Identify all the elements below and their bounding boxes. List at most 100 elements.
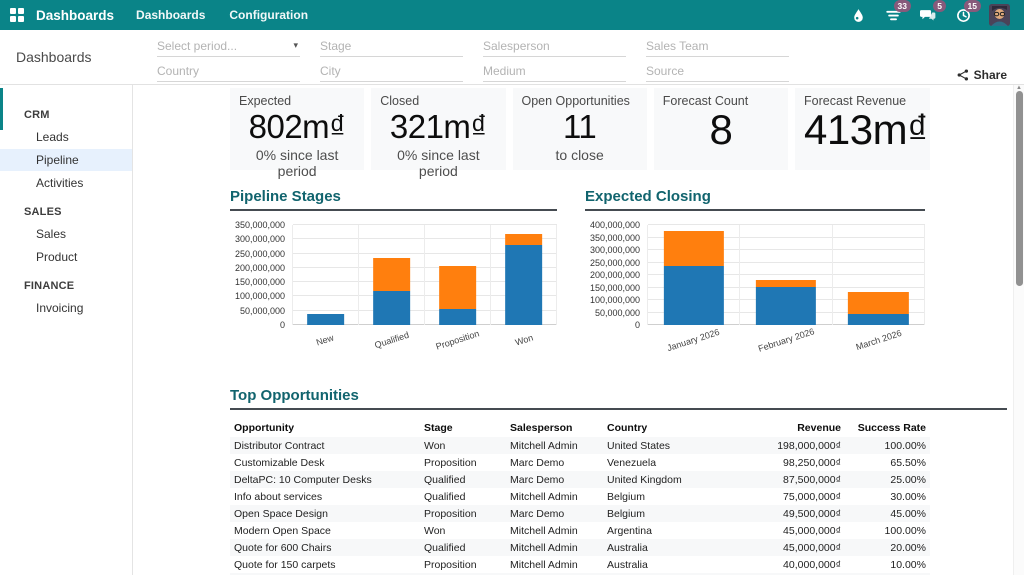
bar-lower-segment <box>373 291 411 325</box>
category-cell-january-2026 <box>648 225 740 325</box>
app-title: Dashboards <box>36 8 114 23</box>
y-tick-label: 250,000,000 <box>235 249 285 259</box>
opportunity-link[interactable]: Quote for 150 carpets <box>230 556 420 573</box>
y-tick-label: 150,000,000 <box>590 283 640 293</box>
bar-lower-segment <box>848 314 908 325</box>
stacked-bar <box>505 234 543 325</box>
cell-success-rate: 100.00% <box>845 522 930 539</box>
vertical-scrollbar[interactable]: ▲ <box>1013 85 1024 575</box>
droplet-icon[interactable] <box>849 6 867 24</box>
breadcrumb: Dashboards <box>16 49 92 65</box>
opportunity-link[interactable]: Open Space Design <box>230 505 420 522</box>
cell-salesperson: Marc Demo <box>506 454 603 471</box>
category-cell-proposition <box>425 225 491 325</box>
cell-success-rate: 30.00% <box>845 488 930 505</box>
filter-input-sales-team[interactable] <box>646 37 789 55</box>
y-tick-label: 300,000,000 <box>590 245 640 255</box>
filter-field-city[interactable] <box>320 62 463 82</box>
table-row: Distributor ContractWonMitchell AdminUni… <box>230 437 930 454</box>
sidebar-item-sales[interactable]: Sales <box>0 223 132 245</box>
column-header-opportunity[interactable]: Opportunity <box>230 419 420 437</box>
cell-country: Venezuela <box>603 454 733 471</box>
column-header-country[interactable]: Country <box>603 419 733 437</box>
share-button[interactable]: Share <box>957 68 1007 82</box>
kpi-subtext: 0% since last period <box>380 147 496 179</box>
opportunity-link[interactable]: Info about services <box>230 488 420 505</box>
filter-field-select-period[interactable]: ▾ <box>157 37 300 57</box>
bar-lower-segment <box>505 245 543 325</box>
dashboard-content: Expected802m₫0% since last periodClosed3… <box>133 85 1024 575</box>
table-row: Modern Open SpaceWonMitchell AdminArgent… <box>230 522 930 539</box>
cell-stage: Won <box>420 437 506 454</box>
bar-upper-segment <box>664 231 724 266</box>
filter-field-salesperson[interactable] <box>483 37 626 57</box>
stacked-bar <box>307 314 345 325</box>
menu-item-dashboards[interactable]: Dashboards <box>136 8 205 22</box>
scrollbar-thumb[interactable] <box>1016 91 1023 286</box>
chart-expected-closing: Expected Closing050,000,000100,000,00015… <box>585 188 925 353</box>
cell-country: Belgium <box>603 505 733 522</box>
menu-item-configuration[interactable]: Configuration <box>229 8 308 22</box>
column-header-stage[interactable]: Stage <box>420 419 506 437</box>
chat-icon[interactable]: 5 <box>919 6 937 24</box>
opportunity-link[interactable]: DeltaPC: 10 Computer Desks <box>230 471 420 488</box>
sidebar-item-leads[interactable]: Leads <box>0 126 132 148</box>
sidebar-section-sales: SALESSalesProduct <box>0 206 132 268</box>
plot-cells <box>293 225 557 325</box>
cell-stage: Proposition <box>420 505 506 522</box>
filter-field-medium[interactable] <box>483 62 626 82</box>
filter-input-country[interactable] <box>157 62 300 80</box>
cell-stage: Qualified <box>420 539 506 556</box>
opportunity-link[interactable]: Quote for 600 Chairs <box>230 539 420 556</box>
x-axis-labels: NewQualifiedPropositionWon <box>292 325 557 353</box>
apps-grid-icon[interactable] <box>10 8 24 22</box>
bar-upper-segment <box>373 258 411 291</box>
filter-field-source[interactable] <box>646 62 789 82</box>
sidebar-item-product[interactable]: Product <box>0 246 132 268</box>
stacked-bar <box>848 292 908 325</box>
opportunity-link[interactable]: Modern Open Space <box>230 522 420 539</box>
column-header-revenue[interactable]: Revenue <box>733 419 845 437</box>
filter-input-select-period[interactable] <box>157 37 300 55</box>
category-cell-february-2026 <box>740 225 832 325</box>
column-header-success-rate[interactable]: Success Rate <box>845 419 930 437</box>
bar-lower-segment <box>439 309 477 325</box>
y-tick-label: 200,000,000 <box>235 263 285 273</box>
opportunity-link[interactable]: Distributor Contract <box>230 437 420 454</box>
x-axis-labels: January 2026February 2026March 2026 <box>647 325 925 353</box>
sidebar-item-activities[interactable]: Activities <box>0 172 132 194</box>
filter-field-country[interactable] <box>157 62 300 82</box>
dropdown-caret-icon: ▾ <box>293 40 298 51</box>
filter-input-stage[interactable] <box>320 37 463 55</box>
filter-input-medium[interactable] <box>483 62 626 80</box>
kpi-row: Expected802m₫0% since last periodClosed3… <box>230 88 930 170</box>
x-tick-label: Proposition <box>425 325 491 353</box>
bar-upper-segment <box>756 280 816 288</box>
sidebar-section-crm: CRMLeadsPipelineActivities <box>0 109 132 194</box>
sidebar: CRMLeadsPipelineActivities SALESSalesProd… <box>0 85 133 575</box>
kpi-card-forecast-revenue: Forecast Revenue413m₫ <box>795 88 930 170</box>
sidebar-item-invoicing[interactable]: Invoicing <box>0 297 132 319</box>
kpi-card-expected: Expected802m₫0% since last period <box>230 88 364 170</box>
navbar-menu: Dashboards Configuration <box>136 8 308 22</box>
kpi-label: Open Opportunities <box>522 94 638 108</box>
x-tick-label: New <box>292 325 358 353</box>
clock-icon[interactable]: 15 <box>954 6 972 24</box>
cell-country: Australia <box>603 556 733 573</box>
filter-icon[interactable]: 33 <box>884 6 902 24</box>
filter-field-sales-team[interactable] <box>646 37 789 57</box>
sidebar-item-pipeline[interactable]: Pipeline <box>0 149 132 171</box>
filter-field-stage[interactable] <box>320 37 463 57</box>
opportunity-link[interactable]: Customizable Desk <box>230 454 420 471</box>
filter-input-salesperson[interactable] <box>483 37 626 55</box>
share-label: Share <box>974 68 1007 82</box>
kpi-label: Expected <box>239 94 355 108</box>
column-header-salesperson[interactable]: Salesperson <box>506 419 603 437</box>
user-avatar[interactable] <box>989 4 1010 26</box>
filter-input-city[interactable] <box>320 62 463 80</box>
filter-input-source[interactable] <box>646 62 789 80</box>
kpi-value: 8 <box>663 108 779 152</box>
cell-country: United States <box>603 437 733 454</box>
top-opportunities-section: Top Opportunities OpportunityStageSalesp… <box>230 387 1007 575</box>
chart-title: Expected Closing <box>585 188 925 211</box>
